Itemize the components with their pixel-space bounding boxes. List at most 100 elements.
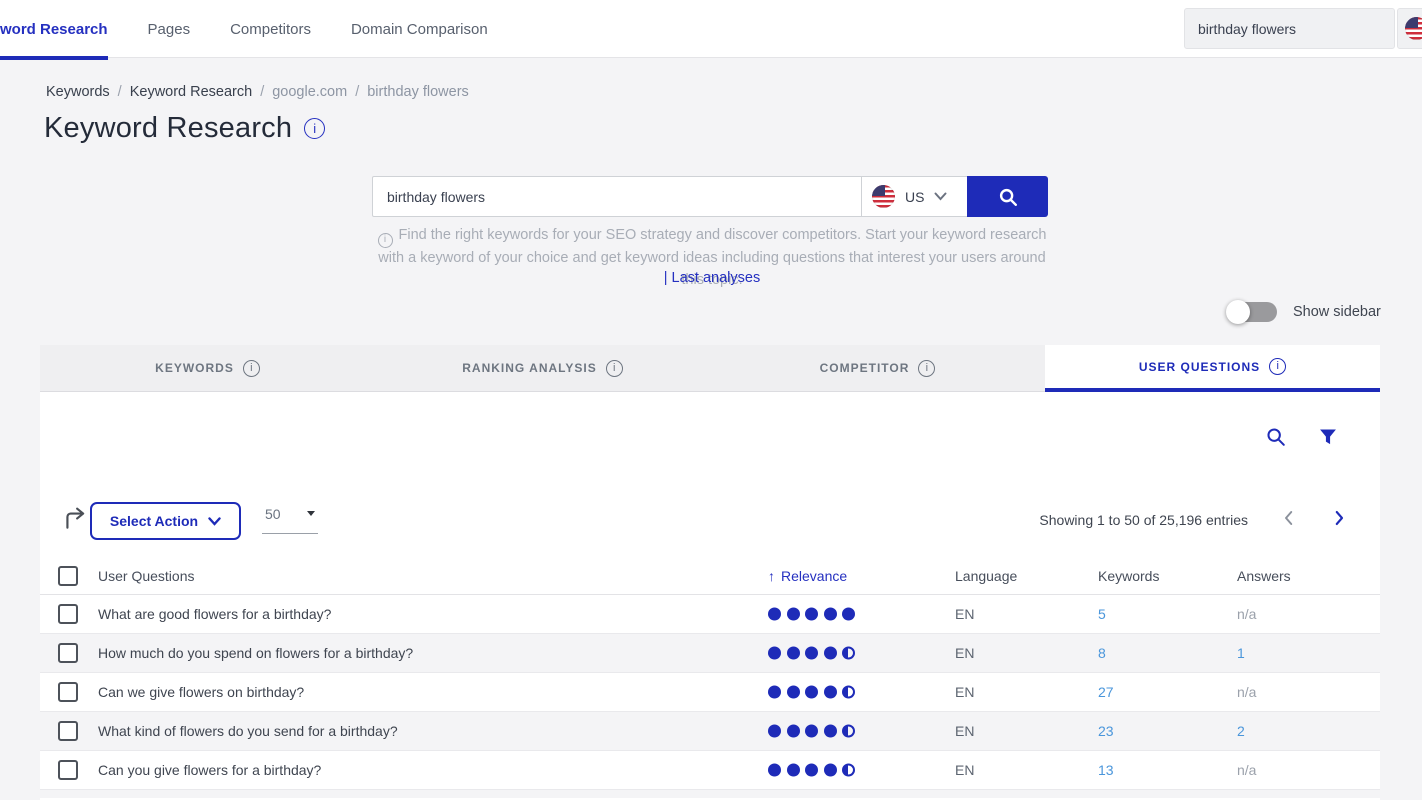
table-row: What kind of flowers do you send for a b… — [40, 712, 1380, 751]
relevance-dot — [768, 764, 781, 777]
table-header: User Questions ↑Relevance Language Keywo… — [40, 557, 1380, 595]
tab-user-questions[interactable]: USER QUESTIONS — [1045, 345, 1380, 392]
nav-item-keyword-research[interactable]: word Research — [0, 0, 108, 58]
relevance-dot — [842, 608, 855, 621]
tab-bar: KEYWORDS RANKING ANALYSIS COMPETITOR USE… — [40, 345, 1380, 392]
language-value: EN — [955, 684, 974, 700]
relevance-dot — [805, 764, 818, 777]
keywords-link[interactable]: 13 — [1098, 762, 1114, 778]
country-select[interactable]: US — [861, 176, 968, 217]
table-search-icon[interactable] — [1264, 425, 1288, 449]
relevance-dot — [787, 647, 800, 660]
relevance-dot — [805, 686, 818, 699]
nav-item-label: Pages — [148, 21, 191, 38]
relevance-dots — [768, 608, 861, 621]
keywords-link[interactable]: 8 — [1098, 645, 1106, 661]
nav-item-competitors[interactable]: Competitors — [230, 0, 311, 58]
relevance-dot — [842, 764, 855, 777]
info-icon[interactable] — [606, 360, 623, 377]
divider: | — [664, 270, 668, 286]
row-checkbox[interactable] — [58, 721, 78, 741]
relevance-dot — [824, 608, 837, 621]
relevance-dot — [842, 686, 855, 699]
header-relevance-sort[interactable]: ↑Relevance — [768, 568, 847, 584]
us-flag-icon — [872, 185, 895, 208]
select-all-checkbox[interactable] — [58, 566, 78, 586]
row-checkbox[interactable] — [58, 643, 78, 663]
relevance-dot — [824, 686, 837, 699]
relevance-dots — [768, 686, 861, 699]
keywords-link[interactable]: 27 — [1098, 684, 1114, 700]
language-value: EN — [955, 645, 974, 661]
answers-value: n/a — [1237, 684, 1256, 700]
answers-value: n/a — [1237, 762, 1256, 778]
keywords-link[interactable]: 23 — [1098, 723, 1114, 739]
search-icon — [997, 186, 1019, 208]
info-icon[interactable] — [243, 360, 260, 377]
breadcrumb-keyword-research[interactable]: Keyword Research — [130, 84, 253, 100]
filter-icon[interactable] — [1316, 425, 1340, 449]
tab-ranking-analysis[interactable]: RANKING ANALYSIS — [375, 345, 710, 392]
relevance-dot — [768, 725, 781, 738]
pagination-summary: Showing 1 to 50 of 25,196 entries — [1000, 512, 1248, 528]
answers-value[interactable]: 2 — [1237, 723, 1245, 739]
header-answers[interactable]: Answers — [1237, 568, 1291, 584]
page-title-row: Keyword Research — [44, 112, 325, 145]
chevron-down-icon — [934, 192, 947, 201]
answers-value[interactable]: 1 — [1237, 645, 1245, 661]
relevance-dot — [805, 647, 818, 660]
tab-competitor[interactable]: COMPETITOR — [710, 345, 1045, 392]
user-questions-panel: Select Action 50 Showing 1 to 50 of 25,1… — [40, 392, 1380, 800]
relevance-dots — [768, 725, 861, 738]
relevance-dot — [768, 608, 781, 621]
sidebar-toggle-row: Show sidebar — [1228, 302, 1381, 322]
page-size-value: 50 — [265, 506, 281, 522]
nav-item-label: word Research — [0, 21, 108, 38]
keywords-link[interactable]: 5 — [1098, 606, 1106, 622]
nav-item-domain-comparison[interactable]: Domain Comparison — [351, 0, 488, 58]
breadcrumb-keywords[interactable]: Keywords — [46, 84, 110, 100]
info-icon[interactable] — [918, 360, 935, 377]
last-analyses-link[interactable]: |Last analyses — [371, 270, 1053, 286]
nav-item-label: Competitors — [230, 21, 311, 38]
header-keywords[interactable]: Keywords — [1098, 568, 1159, 584]
relevance-dot — [787, 608, 800, 621]
relevance-dot — [805, 725, 818, 738]
page-size-select[interactable]: 50 — [262, 504, 318, 534]
relevance-dot — [842, 647, 855, 660]
row-checkbox[interactable] — [58, 604, 78, 624]
show-sidebar-toggle[interactable] — [1228, 302, 1277, 322]
relevance-dot — [787, 686, 800, 699]
topbar-country-selector[interactable] — [1397, 8, 1422, 49]
previous-page-button[interactable] — [1280, 509, 1300, 529]
next-page-button[interactable] — [1330, 509, 1350, 529]
toggle-knob — [1226, 300, 1250, 324]
breadcrumb-separator: / — [355, 84, 359, 100]
info-icon[interactable] — [1269, 358, 1286, 375]
breadcrumb-domain[interactable]: google.com — [272, 84, 347, 100]
tab-keywords[interactable]: KEYWORDS — [40, 345, 375, 392]
top-navigation-bar: word Research Pages Competitors Domain C… — [0, 0, 1422, 58]
question-text: How much do you spend on flowers for a b… — [98, 645, 413, 661]
breadcrumb-current-keyword: birthday flowers — [367, 84, 469, 100]
topbar-search-input[interactable]: birthday flowers — [1184, 8, 1395, 49]
last-analyses-label: Last analyses — [672, 270, 761, 286]
relevance-dot — [787, 725, 800, 738]
row-checkbox[interactable] — [58, 682, 78, 702]
relevance-dot — [824, 647, 837, 660]
us-flag-icon — [1405, 17, 1422, 40]
keyword-research-page: word Research Pages Competitors Domain C… — [0, 0, 1422, 800]
search-button[interactable] — [967, 176, 1048, 217]
language-value: EN — [955, 762, 974, 778]
table-row: How much do you spend on flowers for a b… — [40, 634, 1380, 673]
keyword-search-input[interactable]: birthday flowers — [372, 176, 862, 217]
breadcrumb: Keywords / Keyword Research / google.com… — [46, 84, 469, 100]
header-language[interactable]: Language — [955, 568, 1017, 584]
select-action-dropdown[interactable]: Select Action — [90, 502, 241, 540]
table-row: What are good flowers for a birthday? EN… — [40, 595, 1380, 634]
title-info-icon[interactable] — [304, 118, 325, 139]
nav-item-pages[interactable]: Pages — [148, 0, 191, 58]
language-value: EN — [955, 723, 974, 739]
export-icon[interactable] — [62, 506, 88, 532]
row-checkbox[interactable] — [58, 760, 78, 780]
